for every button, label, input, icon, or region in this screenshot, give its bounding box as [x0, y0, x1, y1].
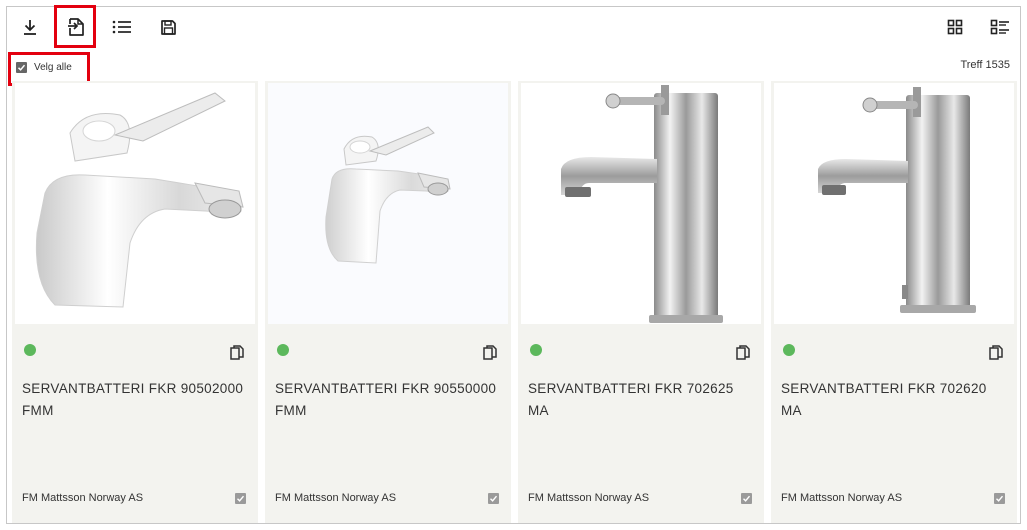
copy-icon[interactable] [989, 345, 1003, 361]
copy-icon[interactable] [736, 345, 750, 361]
check-icon [996, 495, 1004, 502]
list-icon [112, 20, 131, 34]
product-title[interactable]: SERVANTBATTERI FKR 702620 MA [781, 378, 1011, 422]
product-title[interactable]: SERVANTBATTERI FKR 90502000 FMM [22, 378, 252, 422]
list-view-button[interactable] [985, 12, 1015, 42]
grid-view-button[interactable] [940, 12, 970, 42]
list-view-icon [990, 19, 1009, 35]
product-image [521, 83, 761, 324]
export-icon [68, 18, 84, 36]
download-icon [24, 20, 36, 35]
product-vendor: FM Mattsson Norway AS [22, 492, 144, 504]
save-icon [160, 19, 176, 35]
product-vendor: FM Mattsson Norway AS [528, 492, 650, 504]
product-title[interactable]: SERVANTBATTERI FKR 90550000 FMM [275, 378, 505, 422]
product-checkbox[interactable] [994, 493, 1005, 504]
status-indicator [783, 344, 795, 356]
save-button[interactable] [153, 12, 183, 42]
download-button[interactable] [15, 12, 45, 42]
grid-view-icon [947, 19, 963, 35]
hit-count: Treff 1535 [960, 59, 1010, 71]
product-checkbox[interactable] [741, 493, 752, 504]
copy-icon[interactable] [230, 345, 244, 361]
check-icon [237, 495, 245, 502]
product-vendor: FM Mattsson Norway AS [275, 492, 397, 504]
copy-icon[interactable] [483, 345, 497, 361]
product-checkbox[interactable] [235, 493, 246, 504]
check-icon [743, 495, 751, 502]
status-indicator [530, 344, 542, 356]
product-card[interactable]: SERVANTBATTERI FKR 90550000 FMM FM Matts… [265, 81, 511, 523]
list-button[interactable] [107, 12, 137, 42]
checkbox-icon [16, 62, 27, 73]
status-indicator [277, 344, 289, 356]
product-card[interactable]: SERVANTBATTERI FKR 90502000 FMM FM Matts… [12, 81, 258, 523]
product-image [15, 83, 255, 324]
check-icon [490, 495, 498, 502]
product-title[interactable]: SERVANTBATTERI FKR 702625 MA [528, 378, 758, 422]
product-vendor: FM Mattsson Norway AS [781, 492, 903, 504]
product-image [774, 83, 1014, 324]
product-card[interactable]: SERVANTBATTERI FKR 702625 MA FM Mattsson… [518, 81, 764, 523]
status-indicator [24, 344, 36, 356]
export-button[interactable] [61, 12, 91, 42]
product-card[interactable]: SERVANTBATTERI FKR 702620 MA FM Mattsson… [771, 81, 1017, 523]
product-checkbox[interactable] [488, 493, 499, 504]
product-image [268, 83, 508, 324]
select-all-checkbox[interactable]: Velg alle [16, 62, 72, 73]
select-all-label: Velg alle [34, 62, 72, 73]
